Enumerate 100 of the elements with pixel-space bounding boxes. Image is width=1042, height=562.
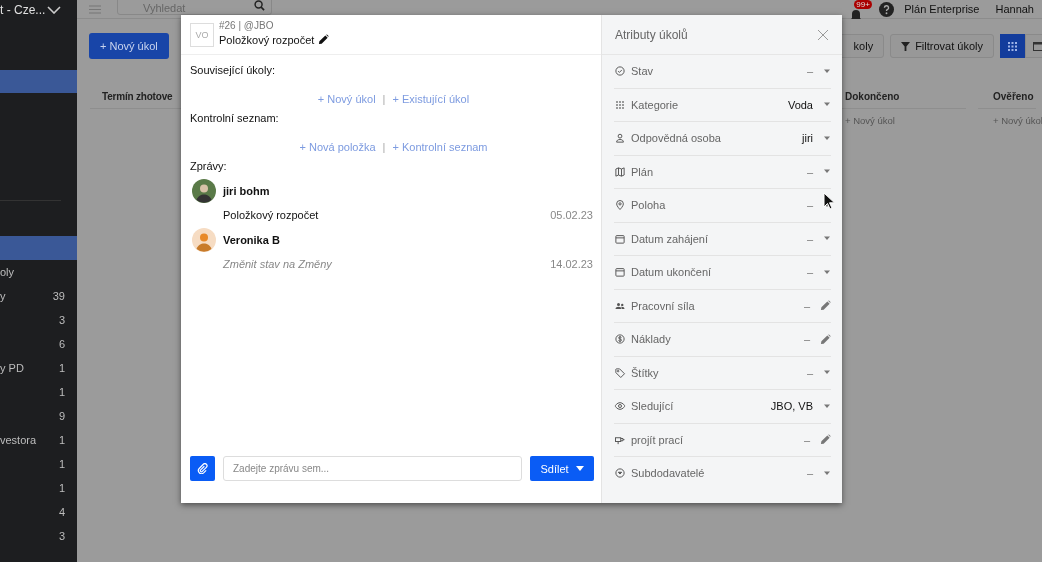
attribute-label: Kategorie <box>631 98 680 111</box>
item-count: 1 <box>58 482 65 494</box>
logo: VO <box>190 22 214 47</box>
user-menu[interactable]: Hannah <box>995 3 1034 15</box>
section-heading: Kontrolní seznam: <box>190 112 280 126</box>
pencil-icon[interactable] <box>318 34 330 45</box>
sidebar-item-label: y PD <box>0 362 24 374</box>
attribute-label: Náklady <box>631 333 672 346</box>
item-count: 6 <box>58 338 65 350</box>
attribute-label: Datum ukončení <box>631 266 713 279</box>
caret-down-icon[interactable] <box>823 135 831 141</box>
panel-title: Atributy úkolů <box>615 27 688 42</box>
separator: | <box>382 141 386 155</box>
task-title: Položkový rozpočet <box>219 33 315 46</box>
attribute-value[interactable]: – <box>803 299 810 312</box>
share-button[interactable]: Sdílet <box>530 456 594 481</box>
check-circle-icon <box>614 65 626 78</box>
caret-circle-icon <box>614 467 626 480</box>
item-count: 1 <box>58 362 65 374</box>
sidebar-item-label: oly <box>0 266 15 278</box>
workspace-name[interactable]: t - Cze... <box>0 3 46 17</box>
calendar-icon <box>1032 41 1042 51</box>
message-date: 05.02.23 <box>550 209 593 223</box>
attribute-label: Štítky <box>631 366 660 379</box>
attribute-label: Odpovědná osoba <box>631 132 722 145</box>
column-title: Ověřeno <box>993 91 1034 102</box>
plan-label[interactable]: Plán Enterprise <box>904 3 980 15</box>
attach-button[interactable] <box>190 456 215 481</box>
attribute-label: Poloha <box>631 199 667 212</box>
tag-icon <box>614 366 626 379</box>
bell-icon[interactable] <box>849 8 864 22</box>
message-text: Položkový rozpočet <box>223 209 319 223</box>
grid-view-button[interactable] <box>1000 34 1025 58</box>
sidebar-item[interactable]: y 39 <box>0 284 77 308</box>
item-count: 3 <box>58 530 65 542</box>
sidebar-item[interactable]: 1 <box>0 476 77 500</box>
attribute-value[interactable]: – <box>806 266 813 279</box>
help-icon[interactable] <box>879 1 895 17</box>
caret-down-icon[interactable] <box>823 68 831 74</box>
caret-down-icon[interactable] <box>823 370 831 376</box>
attribute-value[interactable]: – <box>806 232 813 245</box>
close-icon[interactable] <box>818 29 828 40</box>
caret-down-icon[interactable] <box>823 236 831 242</box>
caret-down-icon[interactable] <box>823 470 831 476</box>
pin-icon <box>614 199 626 212</box>
item-count: 1 <box>58 458 65 470</box>
filter-button[interactable]: Filtrovat úkoly <box>890 34 994 58</box>
attribute-value[interactable]: jiri <box>802 132 813 145</box>
paperclip-icon <box>197 463 208 474</box>
caret-down-icon[interactable] <box>823 169 831 175</box>
sidebar-item[interactable]: 4 <box>0 500 77 524</box>
column-title: Dokončeno <box>845 91 900 102</box>
sidebar-item[interactable]: 9 <box>0 404 77 428</box>
attribute-label: Sledující <box>631 400 675 413</box>
caret-down-icon[interactable] <box>823 102 831 108</box>
attribute-value[interactable]: – <box>803 333 810 346</box>
caret-down-icon[interactable] <box>823 269 831 275</box>
attribute-value[interactable]: – <box>806 467 813 480</box>
sidebar-item[interactable]: 6 <box>0 332 77 356</box>
item-count: 1 <box>58 386 65 398</box>
attribute-value[interactable]: Voda <box>787 98 813 111</box>
column-title: Termín zhotove <box>102 91 173 102</box>
filter-icon <box>901 41 911 51</box>
sidebar-item[interactable]: oly <box>0 260 77 284</box>
item-count: 9 <box>58 410 65 422</box>
sidebar-item[interactable]: 1 <box>0 452 77 476</box>
attribute-value[interactable]: – <box>803 433 810 446</box>
item-count: 4 <box>58 506 65 518</box>
attribute-value[interactable]: – <box>806 65 813 78</box>
attribute-value[interactable]: – <box>806 199 813 212</box>
message-author: Veronika B <box>223 234 280 246</box>
caret-down-icon[interactable] <box>823 403 831 409</box>
sidebar-item[interactable]: 3 <box>0 524 77 548</box>
activity-text: Změnit stav na Změny <box>223 258 332 272</box>
grid-icon <box>1008 41 1017 51</box>
item-count: 39 <box>52 290 65 302</box>
sidebar-item[interactable]: 3 <box>0 308 77 332</box>
separator: | <box>382 93 386 107</box>
calendar-icon <box>614 232 626 245</box>
sidebar-item[interactable]: y PD 1 <box>0 356 77 380</box>
calendar-icon <box>614 266 626 279</box>
sidebar-item[interactable]: 1 <box>0 380 77 404</box>
attribute-value[interactable]: – <box>806 165 813 178</box>
message-field[interactable]: Zadejte zprávu sem... <box>223 456 522 481</box>
chevron-down-icon[interactable] <box>47 6 61 14</box>
new-task-button[interactable]: + Nový úkol <box>89 33 169 59</box>
notification-badge: 99+ <box>854 0 872 9</box>
item-count: 3 <box>58 314 65 326</box>
sidebar-item-label: y <box>0 290 6 302</box>
eye-icon <box>614 400 626 413</box>
attribute-label: projít prací <box>631 433 684 446</box>
attribute-value[interactable]: JBO, VB <box>770 400 813 413</box>
attribute-label: Plán <box>631 165 655 178</box>
sidebar-item[interactable]: vestora 1 <box>0 428 77 452</box>
search-icon[interactable] <box>254 0 265 11</box>
message-date: 14.02.23 <box>550 258 593 272</box>
attribute-value[interactable]: – <box>806 366 813 379</box>
caret-down-icon <box>575 466 584 471</box>
map-icon <box>614 165 626 178</box>
mouse-cursor-icon <box>823 192 835 210</box>
